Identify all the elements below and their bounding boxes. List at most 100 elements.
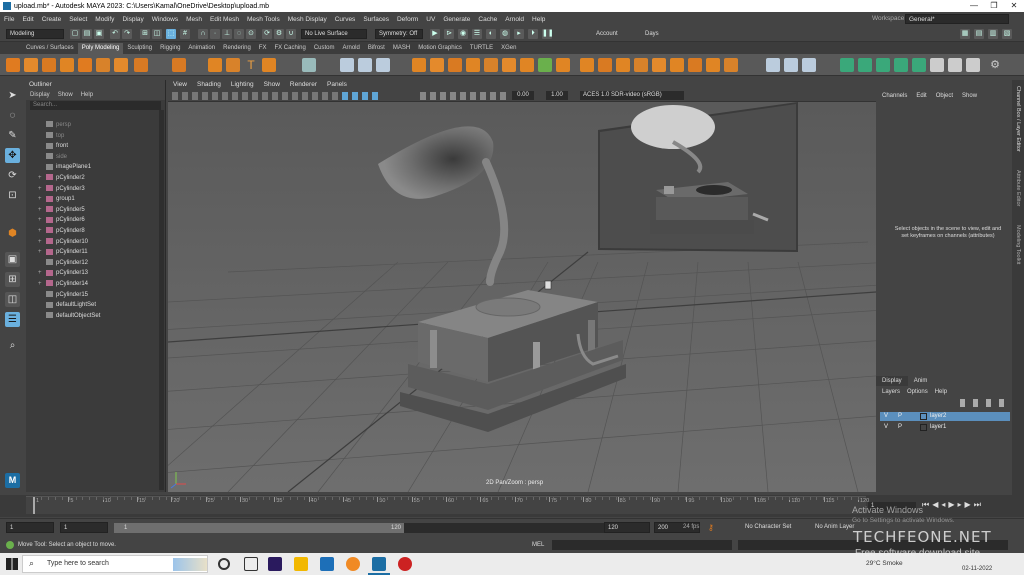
sphere-type-icon[interactable] [208, 58, 222, 72]
clock-date[interactable]: 02-11-2022 [962, 566, 992, 572]
menu-edit-mesh[interactable]: Edit Mesh [206, 16, 243, 23]
minimize-button[interactable]: — [964, 0, 984, 12]
fill-hole-icon[interactable] [538, 58, 552, 72]
menu-mesh-tools[interactable]: Mesh Tools [243, 16, 284, 23]
edge-loop-icon[interactable] [598, 58, 612, 72]
reduce-icon[interactable] [502, 58, 516, 72]
menu-select[interactable]: Select [65, 16, 91, 23]
layer-row[interactable]: V Player2 [880, 412, 1010, 421]
menu-edit[interactable]: Edit [18, 16, 37, 23]
outliner-expand-toggle[interactable]: + [38, 279, 44, 289]
cortana-icon[interactable] [218, 558, 230, 570]
move-tool-icon[interactable]: ✥ [5, 148, 20, 163]
select-object-icon[interactable]: ◫ [152, 29, 162, 39]
viewport-3d[interactable]: 2D Pan/Zoom : persp [168, 102, 876, 492]
outliner-item[interactable]: + pCylinder14 [38, 279, 88, 289]
menu-modify[interactable]: Modify [91, 16, 118, 23]
symmetry-select[interactable]: Symmetry: Off [375, 29, 423, 39]
shelf-tab-rigging[interactable]: Rigging [156, 43, 184, 54]
menu-mesh[interactable]: Mesh [182, 16, 206, 23]
mel-input[interactable] [552, 540, 732, 550]
menu-mesh-display[interactable]: Mesh Display [284, 16, 331, 23]
menu-display[interactable]: Display [118, 16, 147, 23]
snap-vertex-icon[interactable]: ⊙ [246, 29, 256, 39]
range-slider-handle[interactable]: 1 120 [114, 523, 404, 533]
ipr-icon[interactable]: ◉ [458, 29, 468, 39]
colorspace-select[interactable]: ACES 1.0 SDR-video (sRGB) [580, 91, 684, 100]
viewport-menu-renderer[interactable]: Renderer [285, 80, 322, 90]
app-3-icon[interactable] [320, 557, 334, 571]
channels-menu-object[interactable]: Object [936, 93, 953, 99]
layers-menu-layers[interactable]: Layers [882, 389, 900, 395]
outliner-item[interactable]: + pCylinder6 [38, 215, 85, 225]
separate-icon[interactable] [430, 58, 444, 72]
weather-text[interactable]: 29°C Smoke [866, 560, 903, 567]
outliner-layout-icon[interactable]: ☰ [5, 312, 20, 327]
channels-menu-edit[interactable]: Edit [916, 93, 926, 99]
current-time-marker[interactable] [33, 497, 35, 514]
shelf-tab-curves-surfaces[interactable]: Curves / Surfaces [22, 43, 78, 54]
menu-create[interactable]: Create [38, 16, 66, 23]
two-view-icon[interactable]: ◫ [5, 292, 20, 307]
bridge-icon[interactable] [340, 58, 354, 72]
time-ruler[interactable]: 1 5 10 15 20 25 30 35 40 45 50 55 60 65 70 75 80 85 90 95 10… [26, 496, 869, 514]
snap-point-icon[interactable]: · [210, 29, 220, 39]
select-hierarchy-icon[interactable]: ⊞ [140, 29, 150, 39]
triangulate-icon[interactable] [556, 58, 570, 72]
menu-help[interactable]: Help [528, 16, 549, 23]
save-scene-icon[interactable]: ▣ [94, 29, 104, 39]
menu-surfaces[interactable]: Surfaces [359, 16, 393, 23]
playblast-icon[interactable]: ▸ [514, 29, 524, 39]
tab-anim[interactable]: Anim [908, 376, 934, 386]
windows-start-icon[interactable] [6, 558, 18, 570]
render-settings-icon[interactable]: ☰ [472, 29, 482, 39]
arnold-ipr-icon[interactable]: ⏵ [528, 29, 538, 39]
sphere-icon[interactable] [6, 58, 20, 72]
viewport-menu-lighting[interactable]: Lighting [226, 80, 259, 90]
cylinder-icon[interactable] [42, 58, 56, 72]
outliner-item[interactable]: top [38, 131, 64, 141]
menu-windows[interactable]: Windows [148, 16, 182, 23]
display-toggle-icons[interactable] [420, 92, 510, 100]
outliner-expand-toggle[interactable]: + [38, 205, 44, 215]
mel-label[interactable]: MEL [532, 542, 544, 548]
shelf-tab-rendering[interactable]: Rendering [219, 43, 255, 54]
platonic-icon[interactable] [134, 58, 148, 72]
spherical-map-icon[interactable] [894, 58, 908, 72]
lasso-tool-icon[interactable]: ◌ [5, 108, 20, 123]
playback-end-field[interactable]: 120 [604, 522, 650, 533]
redo-icon[interactable]: ↷ [122, 29, 132, 39]
retopo-icon[interactable] [520, 58, 534, 72]
shelf-tab-custom[interactable]: Custom [310, 43, 339, 54]
shelf-tab-fx-caching[interactable]: FX Caching [270, 43, 309, 54]
outliner-item[interactable]: + pCylinder3 [38, 184, 85, 194]
history-icon[interactable]: ⟳ [262, 29, 272, 39]
viewport-menu-view[interactable]: View [168, 80, 192, 90]
range-slider[interactable]: 1 120 [114, 523, 604, 533]
snap-grid-icon[interactable]: # [180, 29, 190, 39]
svg-tool-icon[interactable] [262, 58, 276, 72]
last-tool-icon[interactable]: ⬢ [5, 226, 20, 241]
shelf-tab-turtle[interactable]: TURTLE [466, 43, 497, 54]
svg-icon[interactable] [226, 58, 240, 72]
shelf-tab-bifrost[interactable]: Bifrost [364, 43, 389, 54]
playback-controls[interactable]: ⏮◀◂▶▸▶⏭ [922, 500, 984, 510]
outliner-item[interactable]: side [38, 152, 67, 162]
extrude-icon[interactable] [358, 58, 372, 72]
layer-playback-toggle[interactable]: P [898, 423, 902, 432]
cut-uv-icon[interactable] [948, 58, 962, 72]
uv-editor-icon[interactable] [840, 58, 854, 72]
key-icon[interactable]: ⚷ [708, 523, 714, 532]
shelf-tab-sculpting[interactable]: Sculpting [123, 43, 156, 54]
layer-color-swatch[interactable] [920, 413, 927, 420]
outliner-item[interactable]: + pCylinder11 [38, 247, 88, 257]
taskbar-search-box[interactable]: ⌕ Type here to search [22, 555, 208, 573]
outliner-menu-show[interactable]: Show [58, 90, 73, 100]
layer-playback-toggle[interactable]: P [898, 412, 902, 421]
disc-icon[interactable] [114, 58, 128, 72]
new-scene-icon[interactable]: ▢ [70, 29, 80, 39]
menu-file[interactable]: File [0, 16, 18, 23]
viewport-menu-panels[interactable]: Panels [322, 80, 352, 90]
workspace-select[interactable]: General* [905, 14, 1009, 24]
plane-icon[interactable] [96, 58, 110, 72]
